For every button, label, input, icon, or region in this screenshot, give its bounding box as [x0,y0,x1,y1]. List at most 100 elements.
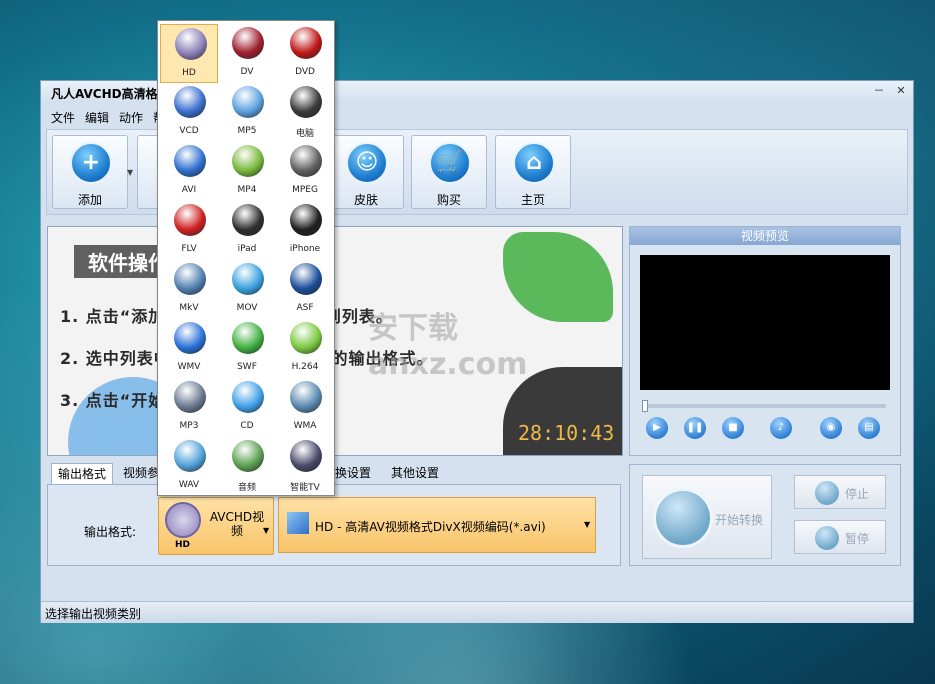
chevron-down-icon: ▼ [584,520,591,529]
format-option-cd[interactable]: CD [218,378,276,437]
settings-tabs: 输出格式 视频参 换设置 其他设置 [47,461,623,485]
format-option-dvd[interactable]: DVD [276,24,334,83]
智能tv-icon [290,440,322,472]
format-option-label: AVI [181,185,197,195]
minimize-button[interactable]: － [873,85,885,97]
format-option-电脑[interactable]: 电脑 [276,83,334,142]
add-button[interactable]: + 添加 [52,135,128,209]
seek-thumb[interactable] [642,400,648,412]
wma-icon [290,381,322,413]
mp4-icon [232,145,264,177]
hd-icon-label: HD [175,540,191,550]
format-option-label: DVD [295,67,315,77]
tab-other-settings[interactable]: 其他设置 [385,463,445,484]
format-option-mkv[interactable]: MkV [160,260,218,319]
format-option-mov[interactable]: MOV [218,260,276,319]
mp5-icon [232,86,264,118]
stop-button[interactable]: ■ [722,417,744,439]
instruction-banner: 软件操作 1. 点击“添加 要转换的音视频文件到列表。 2. 选中列表中 ” 选… [47,226,623,456]
pause-icon [815,526,839,550]
seek-bar[interactable] [642,400,886,412]
format-option-音频[interactable]: 音频 [218,437,276,496]
close-button[interactable]: ✕ [895,85,907,97]
format-option-label: VCD [179,126,199,136]
format-option-智能tv[interactable]: 智能TV [276,437,334,496]
pause-label: 暂停 [845,532,870,546]
clock-readout: 28:10:43 [518,421,615,445]
音频-icon [232,440,264,472]
format-option-label: 音频 [237,483,256,493]
format-option-label: DV [240,67,254,77]
format-option-label: SWF [237,362,257,372]
window-title: 凡人AVCHD高清格式 [51,87,170,101]
format-option-label: CD [240,421,254,431]
mkv-icon [174,263,206,295]
format-option-mp4[interactable]: MP4 [218,142,276,201]
format-option-label: FLV [181,244,197,254]
video-screen [640,255,890,390]
format-profile-text: HD - 高清AV视频格式DivX视频编码(*.avi) [315,520,546,534]
ipad-icon [232,204,264,236]
format-category-button[interactable]: HD AVCHD视频 ▼ [158,497,274,555]
refresh-arrow-icon [653,488,713,548]
format-option-label: HD [182,68,196,78]
format-option-label: iPad [237,244,257,254]
format-option-iphone[interactable]: iPhone [276,201,334,260]
format-option-vcd[interactable]: VCD [160,83,218,142]
home-label: 主页 [520,193,545,207]
format-option-label: WAV [178,480,200,490]
add-dropdown-arrow[interactable]: ▼ [127,168,133,177]
skin-button[interactable]: ☺ 皮肤 [328,135,404,209]
hd-icon [175,28,207,60]
add-label: 添加 [77,193,102,207]
flv-icon [174,204,206,236]
dvd-icon [290,27,322,59]
format-option-wma[interactable]: WMA [276,378,334,437]
format-option-dv[interactable]: DV [218,24,276,83]
snapshot-icon[interactable]: ◉ [820,417,842,439]
format-option-flv[interactable]: FLV [160,201,218,260]
format-category-popup: HD DV DVD VCD MP5 电脑 AVI MP4 MPEG FLV iPad iPhone Mk… [157,20,335,496]
h-264-icon [290,322,322,354]
action-panel: 开始转换 停止 暂停 [629,464,901,566]
cd-icon [232,381,264,413]
stop-convert-button[interactable]: 停止 [794,475,886,509]
tab-convert-settings[interactable]: 换设置 [329,463,377,484]
menu-file[interactable]: 文件 [51,109,75,126]
format-option-avi[interactable]: AVI [160,142,218,201]
format-option-hd[interactable]: HD [160,24,218,83]
volume-icon[interactable]: ♪ [770,417,792,439]
format-option-wav[interactable]: WAV [160,437,218,496]
menu-action[interactable]: 动作 [119,109,143,126]
swf-icon [232,322,264,354]
folder-icon[interactable]: ▤ [858,417,880,439]
pause-convert-button[interactable]: 暂停 [794,520,886,554]
format-option-mpeg[interactable]: MPEG [276,142,334,201]
format-option-wmv[interactable]: WMV [160,319,218,378]
format-option-ipad[interactable]: iPad [218,201,276,260]
stop-label: 停止 [845,487,870,501]
format-option-mp5[interactable]: MP5 [218,83,276,142]
format-option-label: 智能TV [290,483,320,493]
start-convert-button[interactable]: 开始转换 [642,475,772,559]
format-option-asf[interactable]: ASF [276,260,334,319]
tab-output-format[interactable]: 输出格式 [51,463,114,484]
vcd-icon [174,86,206,118]
skin-label: 皮肤 [353,193,378,207]
play-button[interactable]: ▶ [646,417,668,439]
home-button[interactable]: ⌂ 主页 [495,135,571,209]
format-option-label: MkV [179,303,199,313]
format-option-mp3[interactable]: MP3 [160,378,218,437]
电脑-icon [290,86,322,118]
format-option-label: iPhone [289,244,321,254]
format-option-h-264[interactable]: H.264 [276,319,334,378]
format-profile-select[interactable]: HD - 高清AV视频格式DivX视频编码(*.avi) ▼ [278,497,596,553]
menu-edit[interactable]: 编辑 [85,109,109,126]
buy-button[interactable]: 🛒 购买 [411,135,487,209]
format-option-label: MOV [236,303,258,313]
format-option-swf[interactable]: SWF [218,319,276,378]
mov-icon [232,263,264,295]
asf-icon [290,263,322,295]
pause-button[interactable]: ❚❚ [684,417,706,439]
wav-icon [174,440,206,472]
